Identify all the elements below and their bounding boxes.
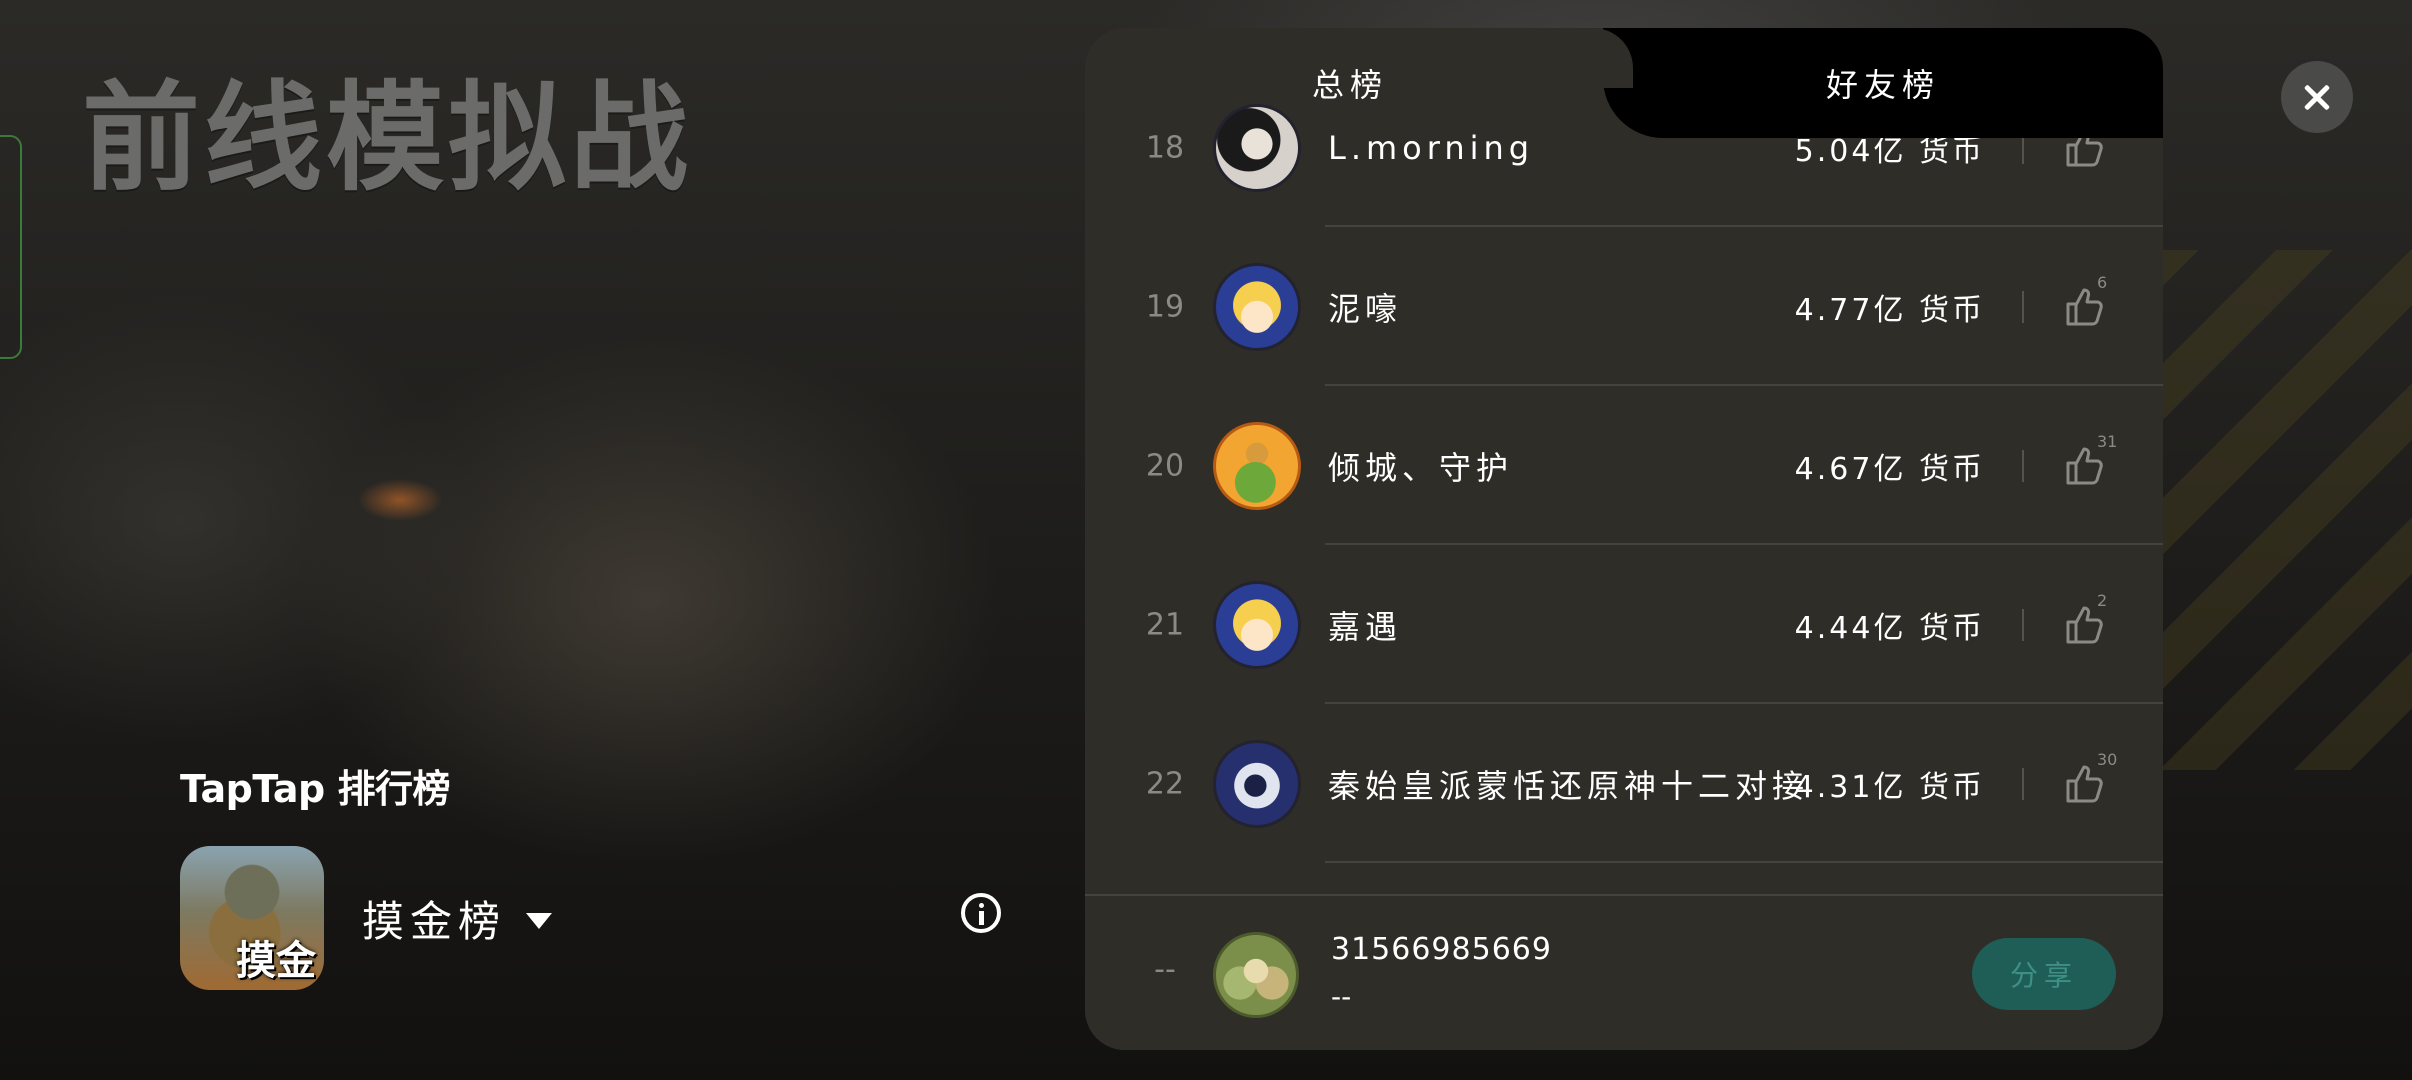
my-ranking-row: -- 31566985669 -- 分享: [1085, 894, 2163, 1050]
ranking-list[interactable]: 18 L.morning 5.04亿 货币 19 泥嚎 4.77亿 货币 6 2…: [1085, 28, 2163, 894]
share-button[interactable]: 分享: [1972, 938, 2116, 1010]
game-title: 前线模拟战: [82, 69, 693, 207]
like-count: 6: [2097, 272, 2108, 292]
board-selector-label: 摸金榜: [362, 897, 507, 946]
my-score: --: [1331, 980, 1352, 1013]
ranking-row: 21 嘉遇 4.44亿 货币 2: [1085, 545, 2163, 704]
my-avatar[interactable]: [1213, 932, 1299, 1018]
row-divider: [1325, 861, 2163, 863]
row-separator: [2022, 767, 2024, 800]
like-count: 30: [2097, 749, 2118, 769]
rank-number: 19: [1145, 289, 1185, 324]
player-name: 秦始皇派蒙恬还原神十二对接: [1328, 766, 1810, 805]
tab-friends-ranking[interactable]: 好友榜: [1573, 28, 2163, 138]
board-selector-dropdown[interactable]: 摸金榜: [362, 888, 553, 949]
close-icon[interactable]: [2281, 61, 2353, 133]
left-edge-handle[interactable]: [0, 135, 22, 359]
leaderboard-tabs: 总榜 好友榜: [1085, 28, 2163, 138]
taptap-leaderboard-logo: TapTap 排行榜: [180, 767, 450, 811]
tab-total-ranking[interactable]: 总榜: [1085, 28, 1615, 138]
robot-avatar[interactable]: [1213, 739, 1301, 828]
player-score: 4.31亿 货币: [1794, 769, 1985, 805]
dinosaur-avatar[interactable]: [1213, 421, 1301, 510]
info-icon[interactable]: [961, 893, 1001, 933]
player-name: 嘉遇: [1328, 607, 1403, 646]
player-name: 倾城、守护: [1328, 448, 1514, 487]
ranking-row: 20 倾城、守护 4.67亿 货币 31: [1085, 386, 2163, 545]
my-rank: --: [1154, 952, 1176, 987]
tab-friends-label: 好友榜: [1825, 66, 1940, 104]
like-count: 2: [2097, 590, 2108, 610]
my-player-id: 31566985669: [1331, 932, 1552, 967]
leaderboard-panel: 18 L.morning 5.04亿 货币 19 泥嚎 4.77亿 货币 6 2…: [1085, 28, 2163, 1050]
player-score: 4.77亿 货币: [1794, 292, 1985, 328]
like-count: 31: [2097, 431, 2118, 451]
blonde-anime-avatar[interactable]: [1213, 580, 1301, 669]
game-app-icon: 摸金: [180, 846, 324, 990]
player-score: 4.67亿 货币: [1794, 451, 1985, 487]
rank-number: 20: [1145, 448, 1185, 483]
ranking-row: 19 泥嚎 4.77亿 货币 6: [1085, 227, 2163, 386]
rank-number: 21: [1145, 607, 1185, 642]
blonde-anime-avatar[interactable]: [1213, 262, 1301, 351]
background-stripes: [2142, 250, 2412, 770]
row-separator: [2022, 449, 2024, 482]
ranking-row: 22 秦始皇派蒙恬还原神十二对接 4.31亿 货币 30: [1085, 704, 2163, 863]
player-score: 4.44亿 货币: [1794, 610, 1985, 646]
caret-down-icon: [526, 912, 553, 929]
rank-number: 22: [1145, 766, 1185, 801]
row-separator: [2022, 290, 2024, 323]
app-icon-label: 摸金: [236, 938, 316, 984]
player-name: 泥嚎: [1328, 289, 1403, 328]
row-separator: [2022, 608, 2024, 641]
screen: 前线模拟战 TapTap 排行榜 摸金 摸金榜 18 L.morning 5.0…: [0, 0, 2412, 1080]
